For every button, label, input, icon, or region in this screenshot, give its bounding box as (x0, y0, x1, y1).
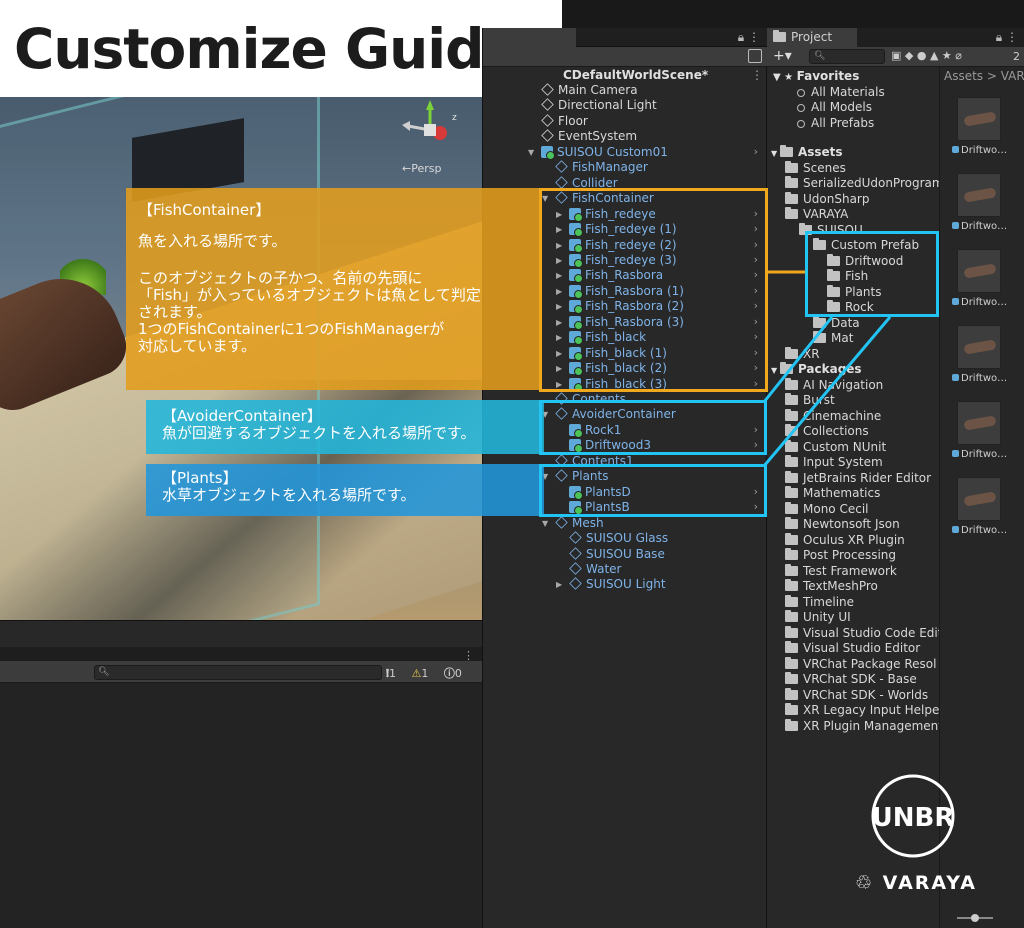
varaya-logo-text: VARAYA (882, 872, 977, 894)
avoider-connector-line (762, 316, 834, 403)
unbr-logo: UNBR (871, 774, 955, 858)
plants-connector-line (762, 316, 892, 467)
thumbnail-size-slider[interactable] (955, 912, 995, 924)
varaya-logo: ♲︎ VARAYA (855, 872, 977, 894)
varaya-mark-icon: ♲︎ (855, 872, 883, 894)
unbr-logo-text: UNBR (872, 803, 955, 833)
